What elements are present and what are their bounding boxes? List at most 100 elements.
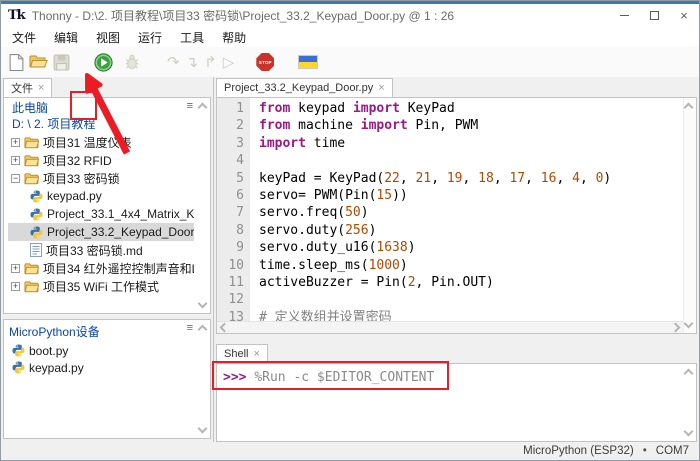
editor-shell-gap — [214, 334, 699, 344]
editor-scroll-left-icon[interactable] — [220, 323, 230, 333]
device-file-item[interactable]: keypad.py — [4, 359, 210, 376]
line-number: 4 — [217, 152, 244, 169]
tree-expander-icon[interactable]: + — [11, 138, 20, 147]
maximize-button[interactable] — [639, 4, 669, 27]
line-number: 12 — [217, 291, 244, 308]
step-into-button-disabled: ↴ — [186, 55, 199, 70]
code-line — [259, 291, 683, 308]
line-number: 3 — [217, 135, 244, 152]
tree-expander-icon[interactable]: + — [11, 156, 20, 165]
code-line: activeBuzzer = Pin(2, Pin.OUT) — [259, 274, 683, 291]
minimize-button[interactable] — [609, 4, 639, 27]
tree-item[interactable]: +项目32 RFID — [8, 151, 194, 169]
line-number: 9 — [217, 239, 244, 256]
open-file-button[interactable] — [29, 54, 48, 70]
language-flag-button[interactable] — [298, 55, 318, 69]
folder-icon — [24, 280, 39, 293]
menu-item-run[interactable]: 运行 — [129, 27, 171, 48]
line-number: 2 — [217, 117, 244, 134]
device-menu-icon[interactable]: ≡ — [187, 323, 193, 334]
open-folder-icon — [29, 54, 48, 70]
code-editor[interactable]: 12345678910111213 from keypad import Key… — [216, 97, 697, 334]
tree-item[interactable]: keypad.py — [8, 187, 194, 205]
editor-scroll-up-icon[interactable] — [684, 103, 694, 113]
tree-item-label: 项目33 密码锁.md — [46, 242, 143, 259]
menu-item-help[interactable]: 帮助 — [213, 27, 255, 48]
shell-scroll-up-icon[interactable] — [684, 369, 694, 379]
device-file-label: keypad.py — [29, 361, 84, 375]
shell-command: %Run -c $EDITOR_CONTENT — [254, 370, 434, 385]
code-area[interactable]: from keypad import KeyPadfrom machine im… — [250, 98, 683, 333]
menu-item-file[interactable]: 文件 — [3, 27, 45, 48]
tree-expander-icon[interactable]: + — [11, 264, 20, 273]
status-bar: MicroPython (ESP32) • COM7 — [1, 442, 699, 460]
menu-item-edit[interactable]: 编辑 — [45, 27, 87, 48]
code-line: import time — [259, 135, 683, 152]
line-number: 8 — [217, 222, 244, 239]
device-file-label: boot.py — [29, 344, 68, 358]
editor-horizontal-scrollbar[interactable] — [217, 321, 683, 333]
device-scroll-down-icon[interactable] — [198, 424, 208, 434]
stop-restart-button[interactable]: STOP — [256, 53, 274, 71]
folder-icon — [24, 172, 39, 185]
tree-item-label: 项目33 密码锁 — [43, 170, 120, 187]
tree-expander-icon[interactable]: − — [11, 174, 20, 183]
files-menu-icon[interactable]: ≡ — [187, 101, 193, 112]
tab-shell-close-icon[interactable]: × — [253, 349, 259, 360]
menu-item-view[interactable]: 视图 — [87, 27, 129, 48]
shell-panel[interactable]: >>> %Run -c $EDITOR_CONTENT — [216, 363, 697, 442]
tree-item-label: Project_33.1_4x4_Matrix_Ke — [47, 207, 194, 221]
code-line: keyPad = KeyPad(22, 21, 19, 18, 17, 16, … — [259, 170, 683, 187]
window-controls: × — [609, 4, 699, 27]
tree-item-label: 项目34 红外遥控控制声音和LED — [43, 260, 194, 277]
tab-files[interactable]: 文件 × — [3, 78, 52, 97]
tab-editor-file[interactable]: Project_33.2_Keypad_Door.py × — [216, 78, 393, 97]
tree-expander-icon[interactable]: + — [11, 282, 20, 291]
editor-column: Project_33.2_Keypad_Door.py × 1234567891… — [214, 77, 699, 442]
folder-icon — [24, 262, 39, 275]
tree-item-label: keypad.py — [47, 189, 102, 203]
ukraine-flag-icon — [298, 55, 318, 69]
device-panel-title: MicroPython设备 — [4, 320, 210, 342]
tree-item-label: 项目35 WiFi 工作模式 — [43, 278, 159, 295]
tree-item[interactable]: Project_33.2_Keypad_Door. — [8, 223, 194, 241]
editor-scroll-down-icon[interactable] — [684, 319, 694, 329]
tab-editor-close-icon[interactable]: × — [378, 83, 384, 94]
status-interpreter[interactable]: MicroPython (ESP32) — [523, 445, 634, 457]
editor-vertical-scrollbar[interactable] — [683, 98, 696, 333]
code-line: servo.duty_u16(1638) — [259, 239, 683, 256]
tree-item[interactable]: Project_33.1_4x4_Matrix_Ke — [8, 205, 194, 223]
minimize-icon — [620, 15, 629, 16]
close-button[interactable]: × — [669, 4, 699, 27]
new-file-button[interactable] — [9, 54, 24, 71]
file-tree: 此电脑D: \ 2. 项目教程+项目31 温度仪表+项目32 RFID − 项目33… — [4, 98, 210, 295]
shell-tabstrip: Shell × — [214, 344, 699, 363]
status-port[interactable]: COM7 — [656, 445, 689, 457]
files-root-0[interactable]: 此电脑 — [8, 101, 194, 117]
shell-scroll-down-icon[interactable] — [684, 427, 694, 437]
run-script-button[interactable] — [94, 53, 113, 72]
code-line: time.sleep_ms(1000) — [259, 257, 683, 274]
tree-item[interactable]: + 项目35 WiFi 工作模式 — [8, 277, 194, 295]
status-separator: • — [643, 445, 647, 457]
files-tabstrip: 文件 × — [1, 77, 213, 97]
tab-shell[interactable]: Shell × — [216, 344, 268, 363]
device-file-item[interactable]: boot.py — [4, 342, 210, 359]
tree-item[interactable]: − 项目33 密码锁 — [8, 169, 194, 187]
code-line: servo.freq(50) — [259, 204, 683, 221]
editor-scroll-right-icon[interactable] — [671, 323, 681, 333]
tab-files-close-icon[interactable]: × — [38, 83, 44, 94]
tree-item[interactable]: +项目31 温度仪表 — [8, 133, 194, 151]
line-number: 7 — [217, 204, 244, 221]
thonny-logo-icon: Tk — [8, 8, 25, 23]
stop-icon: STOP — [256, 53, 274, 71]
code-line: from keypad import KeyPad — [259, 100, 683, 117]
menu-item-tools[interactable]: 工具 — [171, 27, 213, 48]
tree-item[interactable]: 项目33 密码锁.md — [8, 241, 194, 259]
files-scroll-down-icon[interactable] — [198, 299, 208, 309]
menu-bar: 文件 编辑 视图 运行 工具 帮助 — [1, 27, 699, 47]
files-root-1[interactable]: D: \ 2. 项目教程 — [8, 117, 194, 133]
tab-shell-label: Shell — [224, 348, 248, 360]
tree-item[interactable]: + 项目34 红外遥控控制声音和LED — [8, 259, 194, 277]
line-number: 5 — [217, 170, 244, 187]
